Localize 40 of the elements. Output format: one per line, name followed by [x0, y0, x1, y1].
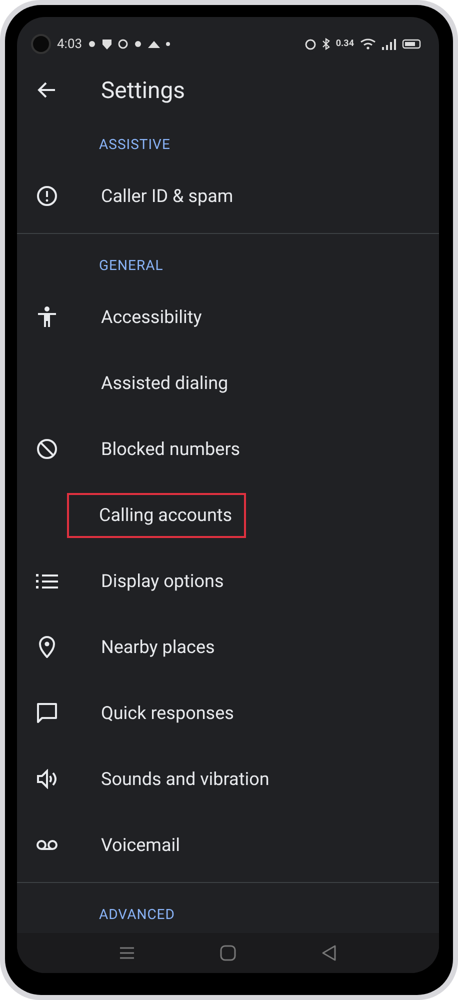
dot-icon — [134, 40, 142, 48]
accessibility-icon — [37, 306, 57, 328]
voicemail-icon — [36, 839, 58, 851]
battery-icon — [402, 39, 421, 49]
chat-bubble-icon — [36, 702, 58, 724]
network-speed: 0.34 — [336, 39, 354, 49]
home-square-icon[interactable] — [218, 944, 237, 962]
ring-icon — [118, 39, 128, 49]
settings-item[interactable]: Display options — [17, 548, 439, 614]
back-arrow-icon[interactable] — [37, 80, 57, 100]
speaker-icon — [36, 769, 58, 789]
settings-item[interactable]: Accessibility — [17, 284, 439, 350]
camera-icon — [31, 34, 51, 54]
settings-item[interactable]: Voicemail — [17, 812, 439, 878]
wifi-icon — [360, 38, 376, 50]
section-header: ASSISTIVE — [98, 136, 172, 155]
status-time: 4:03 — [57, 36, 82, 52]
settings-item[interactable]: Sounds and vibration — [17, 746, 439, 812]
settings-item[interactable]: Nearby places — [17, 614, 439, 680]
menu-icon[interactable] — [118, 946, 136, 960]
settings-item[interactable]: Blocked numbers — [17, 416, 439, 482]
back-triangle-icon[interactable] — [320, 944, 338, 962]
section-header: ADVANCED — [98, 906, 176, 925]
signal-icon — [382, 38, 396, 50]
page-title: Settings — [101, 76, 185, 104]
location-pin-icon — [38, 636, 56, 658]
list-icon — [36, 573, 58, 589]
alarm-icon — [304, 38, 316, 50]
shield-icon — [102, 38, 112, 50]
bluetooth-icon — [322, 38, 330, 50]
settings-item[interactable]: Calling accounts — [17, 482, 439, 548]
alert-circle-icon — [36, 185, 58, 207]
dot-icon — [166, 42, 170, 46]
triangle-icon — [148, 40, 160, 48]
section-header: GENERAL — [98, 257, 164, 276]
settings-item[interactable]: Quick responses — [17, 680, 439, 746]
settings-item[interactable]: Assisted dialing — [17, 350, 439, 416]
settings-item[interactable]: Caller ID & spam — [17, 163, 439, 229]
dot-icon — [88, 40, 96, 48]
block-icon — [36, 438, 58, 460]
